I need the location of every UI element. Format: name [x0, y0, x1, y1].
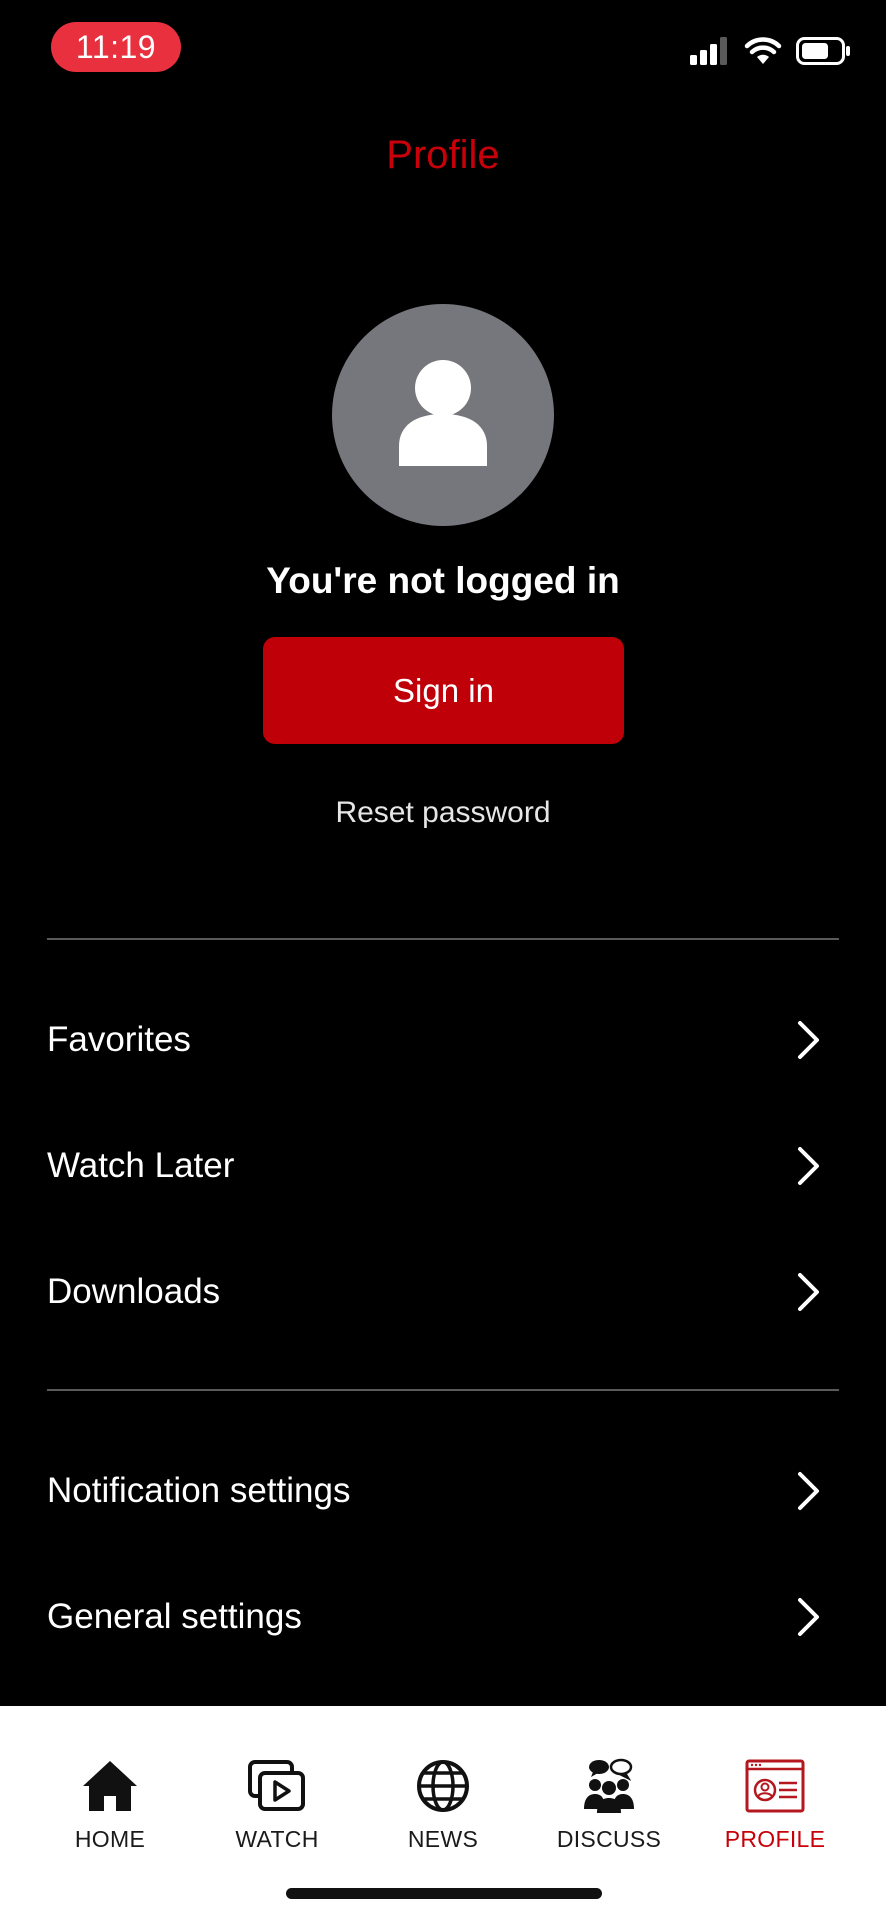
chevron-right-icon: [789, 1597, 829, 1637]
tab-news[interactable]: NEWS: [363, 1754, 523, 1864]
menu-item-notification-settings[interactable]: Notification settings: [47, 1441, 839, 1541]
menu-item-favorites[interactable]: Favorites: [47, 990, 839, 1090]
tab-profile[interactable]: PROFILE: [695, 1754, 855, 1864]
login-status-text: You're not logged in: [266, 560, 620, 601]
status-icons: [690, 36, 852, 70]
user-icon: [395, 358, 491, 473]
menu-item-label: General settings: [47, 1597, 302, 1636]
menu-item-label: Notification settings: [47, 1471, 351, 1510]
tab-label: DISCUSS: [556, 1826, 662, 1852]
chevron-right-icon: [789, 1020, 829, 1060]
tab-label: HOME: [74, 1826, 146, 1852]
wifi-icon: [744, 36, 782, 70]
tab-home[interactable]: HOME: [30, 1754, 190, 1864]
sign-in-button[interactable]: Sign in: [263, 637, 624, 744]
tab-watch[interactable]: WATCH: [197, 1754, 357, 1864]
chevron-right-icon: [789, 1146, 829, 1186]
chevron-right-icon: [789, 1471, 829, 1511]
battery-icon: [796, 36, 852, 70]
divider: [47, 1389, 839, 1391]
tab-label: NEWS: [407, 1826, 479, 1852]
tab-label: WATCH: [235, 1826, 319, 1852]
menu-item-watch-later[interactable]: Watch Later: [47, 1116, 839, 1216]
menu-item-general-settings[interactable]: General settings: [47, 1567, 839, 1667]
globe-icon: [411, 1754, 475, 1818]
cellular-signal-icon: [690, 36, 730, 70]
reset-password-link[interactable]: Reset password: [0, 796, 886, 830]
menu-item-label: Watch Later: [47, 1146, 235, 1185]
status-time: 11:19: [51, 22, 181, 72]
profile-card-icon: [743, 1754, 807, 1818]
menu-item-downloads[interactable]: Downloads: [47, 1242, 839, 1342]
chevron-right-icon: [789, 1272, 829, 1312]
page-title: Profile: [386, 133, 500, 177]
avatar: [332, 304, 554, 526]
divider: [47, 938, 839, 940]
tab-label: PROFILE: [724, 1826, 826, 1852]
menu-item-label: Downloads: [47, 1272, 221, 1311]
watch-icon: [245, 1754, 309, 1818]
home-indicator: [286, 1888, 602, 1899]
discuss-icon: [577, 1754, 641, 1818]
profile-screen: 11:19 Profile You're not logged in Sign …: [0, 0, 886, 1920]
menu-item-label: Favorites: [47, 1020, 191, 1059]
tab-discuss[interactable]: DISCUSS: [529, 1754, 689, 1864]
home-icon: [78, 1754, 142, 1818]
